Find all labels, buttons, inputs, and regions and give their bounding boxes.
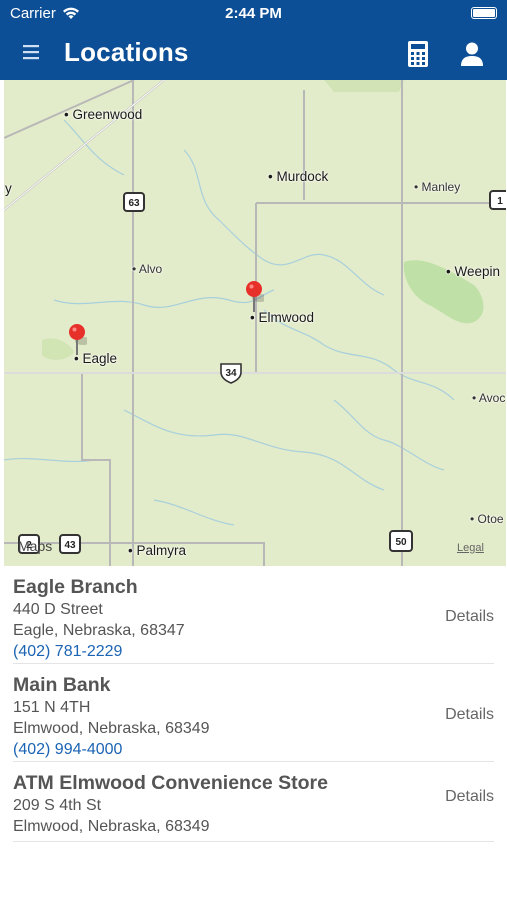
status-time: 2:44 PM — [225, 5, 282, 22]
svg-text:50: 50 — [395, 537, 407, 548]
location-city: Elmwood, Nebraska, 68349 — [13, 818, 210, 835]
map-place-weeping: • Weepin — [446, 264, 501, 279]
location-street: 440 D Street — [13, 601, 103, 618]
highway-shield-34: 34 — [220, 363, 242, 384]
location-street: 209 S 4th St — [13, 797, 102, 814]
battery-icon — [471, 7, 497, 19]
map-pin-eagle[interactable] — [67, 323, 87, 357]
map-view[interactable]: • Greenwood • Murdock • Manley • Alvo • … — [4, 80, 506, 566]
maps-logo: Maps — [18, 538, 53, 554]
details-button[interactable]: Details — [445, 788, 494, 806]
highway-shield-partial: 1 — [489, 190, 506, 210]
location-item-eagle-branch[interactable]: Eagle Branch 440 D Street Eagle, Nebrask… — [13, 566, 494, 664]
hamburger-menu-icon[interactable] — [22, 42, 44, 64]
map-legal-link[interactable]: Legal — [457, 542, 484, 554]
highway-shield-43: 43 — [59, 534, 81, 554]
calculator-icon[interactable] — [406, 40, 430, 68]
map-place-partial: ly — [4, 181, 12, 196]
nav-bar: Locations — [0, 28, 507, 80]
location-item-atm-elmwood[interactable]: ATM Elmwood Convenience Store 209 S 4th … — [13, 762, 494, 842]
svg-text:1: 1 — [497, 196, 503, 207]
map-pin-elmwood[interactable] — [244, 280, 264, 314]
details-button[interactable]: Details — [445, 608, 494, 626]
map-place-avoca: • Avoc — [472, 391, 506, 405]
highway-shield-63: 63 — [123, 192, 145, 212]
map-place-palmyra: • Palmyra — [128, 543, 186, 558]
map-place-manley: • Manley — [414, 180, 461, 194]
user-profile-icon[interactable] — [458, 40, 486, 68]
map-place-alvo: • Alvo — [132, 262, 163, 276]
locations-list: Eagle Branch 440 D Street Eagle, Nebrask… — [0, 566, 507, 842]
location-city: Eagle, Nebraska, 68347 — [13, 622, 185, 639]
page-title: Locations — [64, 37, 189, 67]
details-button[interactable]: Details — [445, 706, 494, 724]
map-place-otoe: • Otoe — [470, 512, 504, 526]
svg-text:63: 63 — [128, 198, 140, 209]
location-name: Main Bank — [13, 674, 111, 696]
status-bar: Carrier 2:44 PM — [0, 0, 507, 28]
location-phone-link[interactable]: (402) 781-2229 — [13, 643, 122, 661]
location-name: ATM Elmwood Convenience Store — [13, 772, 328, 794]
location-street: 151 N 4TH — [13, 699, 91, 716]
highway-shield-50: 50 — [389, 530, 413, 552]
map-place-greenwood: • Greenwood — [64, 107, 143, 122]
map-place-murdock: • Murdock — [268, 169, 329, 184]
location-city: Elmwood, Nebraska, 68349 — [13, 720, 210, 737]
svg-text:43: 43 — [64, 540, 76, 551]
location-phone-link[interactable]: (402) 994-4000 — [13, 741, 122, 759]
location-item-main-bank[interactable]: Main Bank 151 N 4TH Elmwood, Nebraska, 6… — [13, 664, 494, 762]
svg-text:34: 34 — [225, 368, 237, 379]
location-name: Eagle Branch — [13, 576, 138, 598]
